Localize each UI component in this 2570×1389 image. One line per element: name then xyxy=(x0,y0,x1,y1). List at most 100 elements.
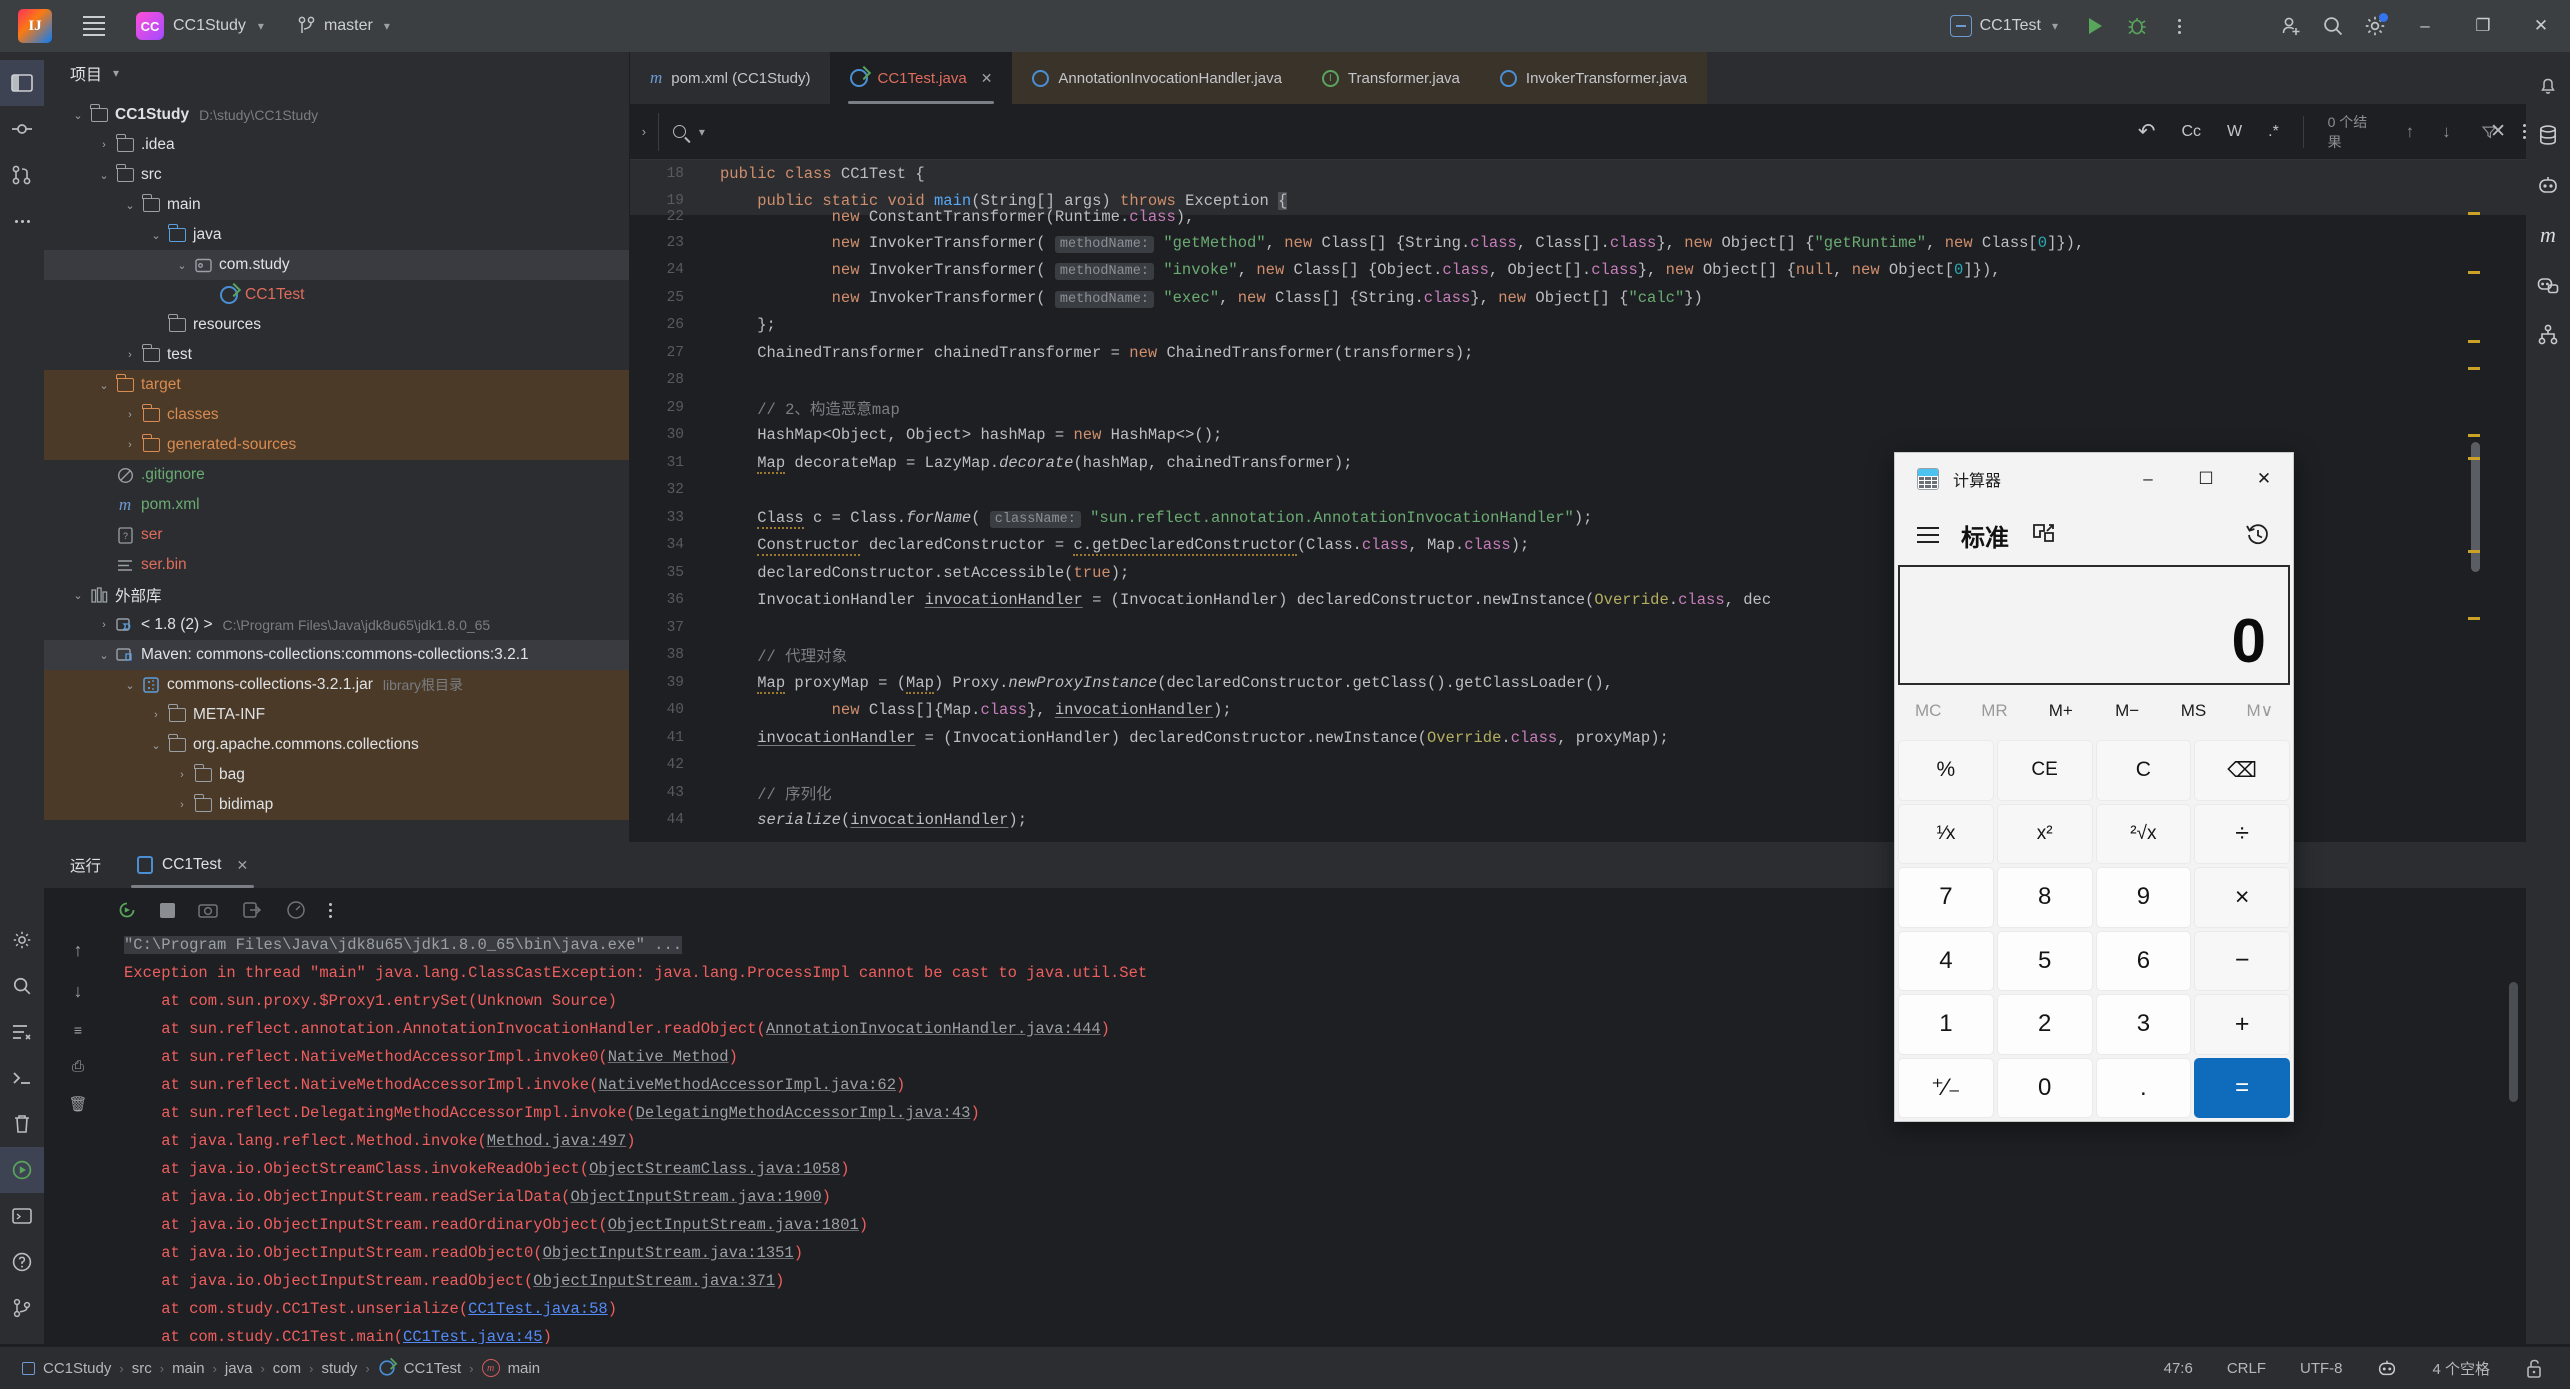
sidebar-item-problems[interactable] xyxy=(0,1009,44,1055)
code-line[interactable]: 28 xyxy=(630,367,2526,395)
tree-expand-arrow[interactable]: › xyxy=(120,439,140,451)
sidebar-item-find[interactable] xyxy=(0,963,44,1009)
calculator-key-sign-toggle[interactable]: ⁺⁄₋ xyxy=(1898,1057,1994,1118)
breadcrumb-segment[interactable]: src xyxy=(132,1360,152,1377)
find-regex-toggle-prev-icon[interactable]: ↶ xyxy=(2138,119,2156,144)
code-line[interactable]: 25 new InvokerTransformer( methodName: "… xyxy=(630,284,2526,312)
calculator-key-digit-5[interactable]: 5 xyxy=(1996,930,2093,991)
unlocked-padlock-icon[interactable] xyxy=(2524,1357,2544,1379)
settings-button[interactable] xyxy=(2354,5,2396,47)
rerun-icon[interactable] xyxy=(116,899,138,921)
code-line[interactable]: 27 ChainedTransformer chainedTransformer… xyxy=(630,339,2526,367)
tree-expand-arrow[interactable]: › xyxy=(120,349,140,361)
breadcrumb-segment[interactable]: CC1Study xyxy=(43,1360,111,1377)
calculator-key-digit-2[interactable]: 2 xyxy=(1996,994,2093,1055)
tree-expand-arrow[interactable]: › xyxy=(94,139,114,151)
calculator-maximize-button[interactable]: ☐ xyxy=(2177,453,2235,505)
calculator-key-subtract[interactable]: − xyxy=(2194,930,2290,991)
tree-expand-arrow[interactable]: ⌄ xyxy=(94,169,114,182)
calculator-key-digit-0[interactable]: 0 xyxy=(1996,1057,2093,1118)
find-more-options-button[interactable] xyxy=(2523,124,2526,139)
calculator-memory-m[interactable]: M− xyxy=(2094,701,2160,721)
tree-expand-arrow[interactable]: ⌄ xyxy=(120,679,140,692)
calculator-key-reciprocal[interactable]: ¹⁄x xyxy=(1898,803,1994,864)
hamburger-menu-icon[interactable] xyxy=(1917,527,1939,543)
tree-expand-arrow[interactable]: › xyxy=(172,769,192,781)
indent-setting[interactable]: 4 个空格 xyxy=(2432,1358,2490,1379)
main-menu-button[interactable] xyxy=(74,6,114,46)
debug-button[interactable] xyxy=(2116,5,2158,47)
tree-node-1-8-2[interactable]: › < 1.8 (2) > C:\Program Files\Java\jdk8u6… xyxy=(44,610,629,640)
tree-node-[interactable]: ⌄ 外部库 xyxy=(44,580,629,610)
calculator-key-divide[interactable]: ÷ xyxy=(2194,803,2290,864)
tree-node-src[interactable]: ⌄ src xyxy=(44,160,629,190)
calculator-key-digit-7[interactable]: 7 xyxy=(1898,867,1994,928)
sidebar-item-run[interactable] xyxy=(0,1147,44,1193)
editor-tab-close-button[interactable]: ✕ xyxy=(981,70,993,87)
calculator-key-square[interactable]: x² xyxy=(1996,803,2093,864)
tree-node-gitignore[interactable]: .gitignore xyxy=(44,460,629,490)
clear-all-button[interactable]: 🗑 xyxy=(68,1095,87,1113)
history-icon[interactable] xyxy=(2245,522,2271,548)
vcs-branch-selector[interactable]: master ▾ xyxy=(298,16,390,36)
scroll-up-button[interactable]: ↑ xyxy=(74,940,83,961)
editor-tab-invokertransformer-java[interactable]: InvokerTransformer.java xyxy=(1479,52,1708,104)
code-line[interactable]: 29 // 2、构造恶意map xyxy=(630,394,2526,422)
sidebar-item-more-tools[interactable] xyxy=(0,198,44,244)
calculator-key-square-root[interactable]: ²√x xyxy=(2095,803,2192,864)
tree-node-maven-commons-collections-commons-collections-3-2-1[interactable]: ⌄ Maven: commons-collections:commons-coll… xyxy=(44,640,629,670)
caret-position[interactable]: 47:6 xyxy=(2164,1360,2193,1377)
calculator-key-percent[interactable]: % xyxy=(1898,740,1994,801)
console-more-actions-button[interactable] xyxy=(329,902,332,918)
run-configuration-selector[interactable]: CC1Test ▾ xyxy=(1949,15,2058,37)
tree-expand-arrow[interactable]: › xyxy=(94,619,114,631)
code-line[interactable]: 26 }; xyxy=(630,312,2526,340)
editor-tab-annotationinvocationhandler-java[interactable]: AnnotationInvocationHandler.java xyxy=(1012,52,1302,104)
tree-expand-arrow[interactable]: › xyxy=(146,709,166,721)
tree-node-resources[interactable]: resources xyxy=(44,310,629,340)
code-line[interactable]: 30 HashMap<Object, Object> hashMap = new… xyxy=(630,422,2526,450)
sidebar-item-maven[interactable]: m xyxy=(2526,210,2570,260)
tree-node-cc1study[interactable]: ⌄ CC1Study D:\study\CC1Study xyxy=(44,100,629,130)
line-separator[interactable]: CRLF xyxy=(2227,1360,2266,1377)
console-stacktrace-link[interactable]: ObjectInputStream.java:1351 xyxy=(543,1244,794,1262)
project-selector[interactable]: CC CC1Study ▾ xyxy=(136,12,264,40)
tree-expand-arrow[interactable]: ⌄ xyxy=(146,739,166,752)
breadcrumb[interactable]: CC1Study › src › main › java › com › study › CC1Test… xyxy=(0,1359,540,1377)
tree-expand-arrow[interactable]: ⌄ xyxy=(68,109,88,122)
breadcrumb-segment[interactable]: com xyxy=(273,1360,301,1377)
stop-icon[interactable] xyxy=(160,902,175,918)
console-stacktrace-link[interactable]: Method.java:497 xyxy=(487,1132,627,1150)
regex-toggle[interactable]: .* xyxy=(2268,123,2279,141)
match-case-toggle[interactable]: Cc xyxy=(2181,123,2201,141)
words-toggle[interactable]: W xyxy=(2227,123,2242,141)
window-maximize-button[interactable]: ❐ xyxy=(2454,0,2512,52)
more-actions-button[interactable] xyxy=(2158,5,2200,47)
profiler-icon[interactable] xyxy=(285,899,307,921)
search-input[interactable]: ▾ xyxy=(657,112,2138,151)
tree-node-generated-sources[interactable]: › generated-sources xyxy=(44,430,629,460)
code-line[interactable]: 22 new ConstantTransformer(Runtime.class… xyxy=(630,205,2526,229)
code-line[interactable]: 23 new InvokerTransformer( methodName: "… xyxy=(630,229,2526,257)
console-vertical-scrollbar[interactable] xyxy=(2509,982,2518,1102)
tree-node-java[interactable]: ⌄ java xyxy=(44,220,629,250)
sidebar-item-pull-requests[interactable] xyxy=(0,152,44,198)
sidebar-item-settings[interactable] xyxy=(0,917,44,963)
editor-tab-pom-xml-cc1study[interactable]: m pom.xml (CC1Study) xyxy=(630,52,830,104)
find-expand-button[interactable]: › xyxy=(630,124,658,139)
calculator-key-backspace[interactable]: ⌫ xyxy=(2194,740,2290,801)
tree-node-com-study[interactable]: ⌄ com.study xyxy=(44,250,629,280)
run-button[interactable] xyxy=(2074,5,2116,47)
export-icon[interactable] xyxy=(241,900,263,920)
calculator-minimize-button[interactable]: – xyxy=(2119,453,2177,505)
console-stacktrace-link[interactable]: NativeMethodAccessorImpl.java:62 xyxy=(598,1076,896,1094)
camera-icon[interactable] xyxy=(197,900,219,920)
calculator-key-clear-entry[interactable]: CE xyxy=(1996,740,2093,801)
sidebar-item-terminal[interactable] xyxy=(0,1055,44,1101)
calculator-key-equals[interactable]: = xyxy=(2194,1057,2290,1118)
find-next-button[interactable]: ↓ xyxy=(2442,122,2451,142)
tree-node-bidimap[interactable]: › bidimap xyxy=(44,790,629,820)
share-project-button[interactable] xyxy=(2270,5,2312,47)
console-stacktrace-link[interactable]: AnnotationInvocationHandler.java:444 xyxy=(766,1020,1101,1038)
sidebar-item-ai-assistant[interactable] xyxy=(2526,160,2570,210)
